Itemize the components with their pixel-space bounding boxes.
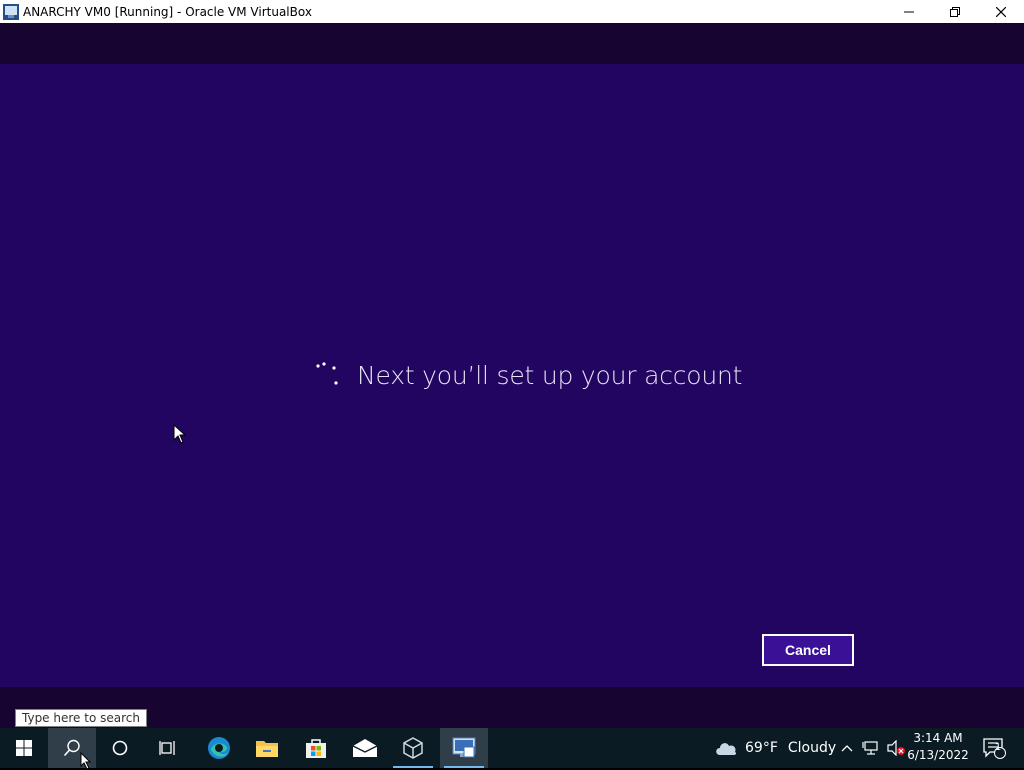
network-icon	[862, 741, 878, 755]
window-title: ANARCHY VM0 [Running] - Oracle VM Virtua…	[23, 4, 312, 19]
virtualbox-button[interactable]	[389, 728, 437, 768]
cancel-button[interactable]: Cancel	[762, 634, 854, 666]
cortana-button[interactable]	[96, 728, 144, 768]
restore-icon	[950, 6, 960, 17]
search-icon	[63, 739, 80, 757]
vm-window-button[interactable]	[440, 728, 488, 768]
oobe-top-band	[0, 23, 1024, 64]
start-button[interactable]	[0, 728, 48, 768]
clock-date: 6/13/2022	[907, 748, 969, 762]
taskbar: 69°F Cloudy 1	[0, 728, 1024, 770]
file-explorer-button[interactable]	[243, 728, 291, 768]
mouse-pointer-icon	[80, 752, 92, 770]
virtualbox-app-icon	[3, 3, 19, 20]
mail-button[interactable]	[341, 728, 389, 768]
store-button[interactable]	[292, 728, 340, 768]
virtualbox-cube-icon	[403, 737, 423, 759]
close-button[interactable]	[978, 0, 1024, 23]
vm-window-icon	[452, 737, 476, 758]
weather-temp: 69°F	[745, 740, 778, 756]
volume-muted-icon	[887, 740, 905, 756]
minimize-button[interactable]	[886, 0, 932, 23]
mouse-pointer-icon	[173, 423, 187, 444]
show-hidden-icons-button[interactable]	[838, 728, 856, 768]
chevron-up-icon	[841, 745, 853, 752]
windows-logo-icon	[16, 740, 32, 756]
mail-icon	[352, 739, 378, 757]
restore-button[interactable]	[932, 0, 978, 23]
window-titlebar[interactable]: ANARCHY VM0 [Running] - Oracle VM Virtua…	[0, 0, 1024, 23]
clock-time: 3:14 AM	[913, 731, 963, 745]
minimize-icon	[904, 11, 914, 12]
folder-icon	[256, 741, 278, 757]
loading-dots-icon	[314, 360, 344, 390]
task-view-icon	[159, 741, 175, 755]
network-button[interactable]	[861, 728, 881, 768]
oobe-message: Next you’ll set up your account	[357, 361, 743, 390]
task-view-button[interactable]	[144, 728, 192, 768]
cloud-icon	[716, 743, 737, 755]
edge-icon	[208, 737, 230, 759]
store-bag-icon	[306, 739, 326, 758]
search-tooltip: Type here to search	[15, 709, 147, 727]
volume-button[interactable]	[885, 728, 907, 768]
weather-widget[interactable]: 69°F Cloudy	[714, 728, 836, 768]
edge-button[interactable]	[195, 728, 243, 768]
weather-condition: Cloudy	[787, 740, 837, 756]
cortana-circle-icon	[112, 740, 128, 756]
notification-count: 1	[994, 742, 1002, 753]
search-button[interactable]	[48, 728, 96, 770]
oobe-bottom-band	[0, 687, 1024, 728]
close-icon	[996, 6, 1006, 17]
action-center-button[interactable]: 1	[980, 728, 1008, 768]
taskbar-clock[interactable]: 3:14 AM 6/13/2022	[906, 730, 970, 764]
